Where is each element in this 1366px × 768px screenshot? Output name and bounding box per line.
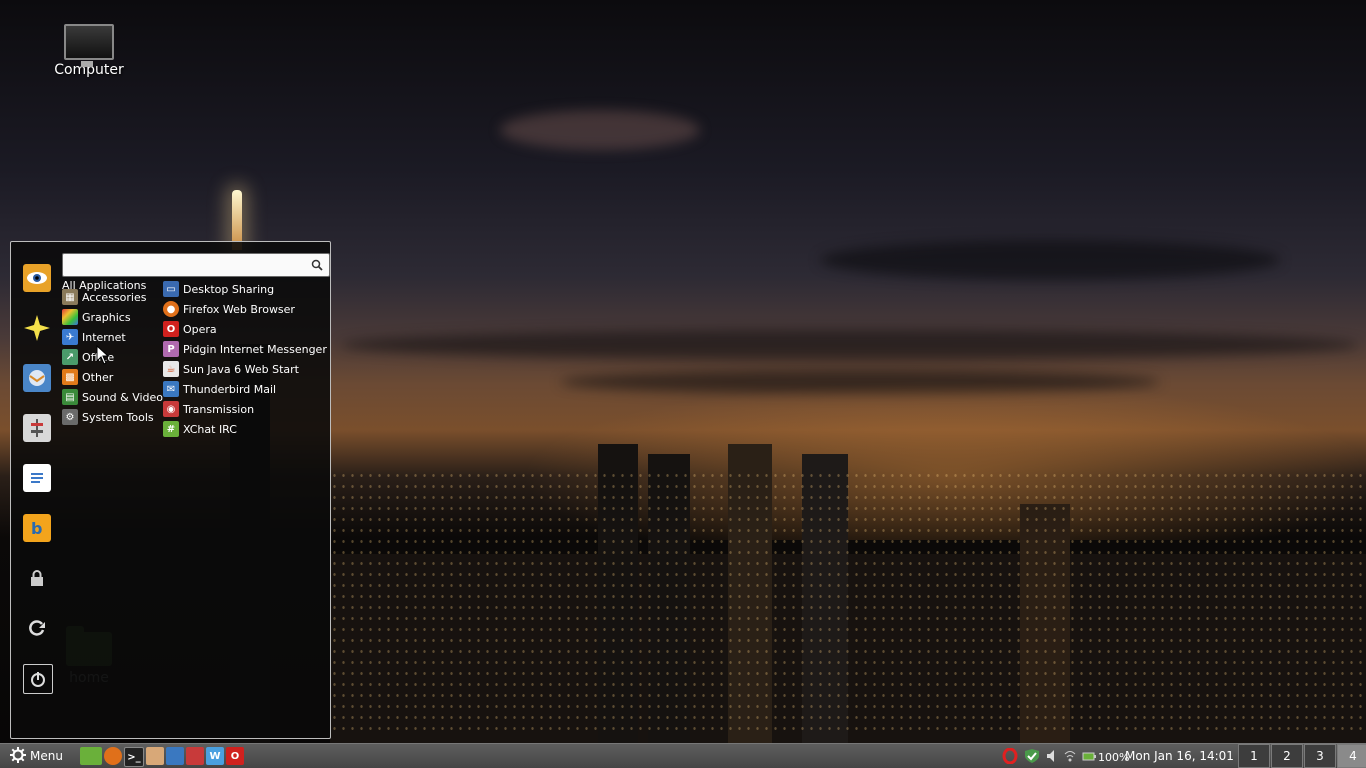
workspace-3[interactable]: 3 bbox=[1304, 744, 1336, 768]
java-icon: ☕ bbox=[163, 361, 179, 377]
app-pidgin[interactable]: P Pidgin Internet Messenger bbox=[163, 339, 327, 359]
category-graphics[interactable]: Graphics bbox=[62, 307, 131, 327]
thunderbird-icon[interactable] bbox=[166, 747, 184, 765]
logout-icon[interactable] bbox=[23, 614, 51, 642]
category-label: Internet bbox=[82, 330, 126, 344]
search-input[interactable] bbox=[69, 257, 297, 273]
lock-icon[interactable] bbox=[23, 564, 51, 592]
app-opera[interactable]: O Opera bbox=[163, 319, 217, 339]
transmission-icon: ◉ bbox=[163, 401, 179, 417]
other-icon: ▩ bbox=[62, 369, 78, 385]
opera-icon[interactable]: O bbox=[226, 747, 244, 765]
app-label: Desktop Sharing bbox=[183, 282, 275, 296]
system-tray: 100% bbox=[1002, 747, 1129, 767]
category-label: System Tools bbox=[82, 410, 154, 424]
workspace-2[interactable]: 2 bbox=[1271, 744, 1303, 768]
category-internet[interactable]: ✈ Internet bbox=[62, 327, 126, 347]
sound-video-icon: ▤ bbox=[62, 389, 78, 405]
terminal-icon[interactable]: >_ bbox=[124, 747, 144, 767]
mouse-cursor-icon bbox=[96, 344, 110, 368]
quick-launch: >_ W O bbox=[80, 747, 244, 767]
category-accessories[interactable]: ▦ Accessories bbox=[62, 287, 146, 307]
internet-icon: ✈ bbox=[62, 329, 78, 345]
app-java-web-start[interactable]: ☕ Sun Java 6 Web Start bbox=[163, 359, 299, 379]
category-system-tools[interactable]: ⚙ System Tools bbox=[62, 407, 154, 427]
category-label: Graphics bbox=[82, 310, 131, 324]
app-xchat[interactable]: # XChat IRC bbox=[163, 419, 237, 439]
office-icon: ↗ bbox=[62, 349, 78, 365]
transmission-icon[interactable] bbox=[186, 747, 204, 765]
desktop-icon-computer[interactable]: Computer bbox=[44, 24, 134, 78]
search-icon bbox=[311, 259, 323, 274]
gear-icon bbox=[10, 746, 26, 766]
favorites-bar: b bbox=[11, 242, 63, 738]
workspace-switcher: 1 2 3 4 bbox=[1237, 744, 1366, 768]
volume-icon[interactable] bbox=[1046, 749, 1058, 766]
app-label: Pidgin Internet Messenger bbox=[183, 342, 327, 356]
show-desktop-icon[interactable] bbox=[80, 747, 102, 765]
eye-of-gnome-icon[interactable] bbox=[23, 264, 51, 292]
taskbar: Menu >_ W O 100% Mon Jan 16, 14:01 1 2 3… bbox=[0, 743, 1366, 768]
search-field[interactable] bbox=[62, 253, 330, 277]
network-icon[interactable] bbox=[1064, 749, 1076, 766]
computer-icon bbox=[64, 24, 114, 67]
opera-icon: O bbox=[163, 321, 179, 337]
xchat-icon: # bbox=[163, 421, 179, 437]
app-label: Sun Java 6 Web Start bbox=[183, 362, 299, 376]
settings-panel-icon[interactable] bbox=[23, 414, 51, 442]
thunderbird-icon[interactable] bbox=[23, 364, 51, 392]
pidgin-icon: P bbox=[163, 341, 179, 357]
desktop-sharing-icon: ▭ bbox=[163, 281, 179, 297]
update-shield-icon[interactable] bbox=[1024, 748, 1040, 767]
app-label: Thunderbird Mail bbox=[183, 382, 277, 396]
power-icon[interactable] bbox=[23, 664, 53, 694]
app-transmission[interactable]: ◉ Transmission bbox=[163, 399, 254, 419]
file-manager-icon[interactable] bbox=[146, 747, 164, 765]
app-label: Transmission bbox=[183, 402, 255, 416]
opera-tray-icon[interactable] bbox=[1002, 747, 1018, 767]
writer-icon[interactable]: W bbox=[206, 747, 224, 765]
app-desktop-sharing[interactable]: ▭ Desktop Sharing bbox=[163, 279, 274, 299]
menu-button[interactable]: Menu bbox=[10, 746, 63, 766]
app-label: Firefox Web Browser bbox=[183, 302, 295, 316]
clock[interactable]: Mon Jan 16, 14:01 bbox=[1125, 749, 1234, 763]
app-label: XChat IRC bbox=[183, 422, 237, 436]
bookmark-b-icon[interactable]: b bbox=[23, 514, 51, 542]
svg-text:b: b bbox=[31, 519, 42, 538]
star-icon[interactable] bbox=[23, 314, 51, 342]
workspace-4[interactable]: 4 bbox=[1337, 744, 1366, 768]
category-sound-video[interactable]: ▤ Sound & Video bbox=[62, 387, 163, 407]
graphics-icon bbox=[62, 309, 78, 325]
workspace-1[interactable]: 1 bbox=[1238, 744, 1270, 768]
category-label: Accessories bbox=[82, 290, 147, 304]
category-label: Sound & Video bbox=[82, 390, 164, 404]
app-thunderbird[interactable]: ✉ Thunderbird Mail bbox=[163, 379, 276, 399]
firefox-icon: ● bbox=[163, 301, 179, 317]
battery-icon[interactable] bbox=[1082, 751, 1096, 764]
app-firefox[interactable]: ● Firefox Web Browser bbox=[163, 299, 295, 319]
application-menu: b All Applications ▦ Accessories Graphic… bbox=[10, 241, 331, 739]
firefox-icon[interactable] bbox=[104, 747, 122, 765]
accessories-icon: ▦ bbox=[62, 289, 78, 305]
app-label: Opera bbox=[183, 322, 217, 336]
category-label: Other bbox=[82, 370, 114, 384]
system-tools-icon: ⚙ bbox=[62, 409, 78, 425]
writer-document-icon[interactable] bbox=[23, 464, 51, 492]
menu-button-label: Menu bbox=[30, 749, 63, 763]
category-other[interactable]: ▩ Other bbox=[62, 367, 113, 387]
thunderbird-icon: ✉ bbox=[163, 381, 179, 397]
